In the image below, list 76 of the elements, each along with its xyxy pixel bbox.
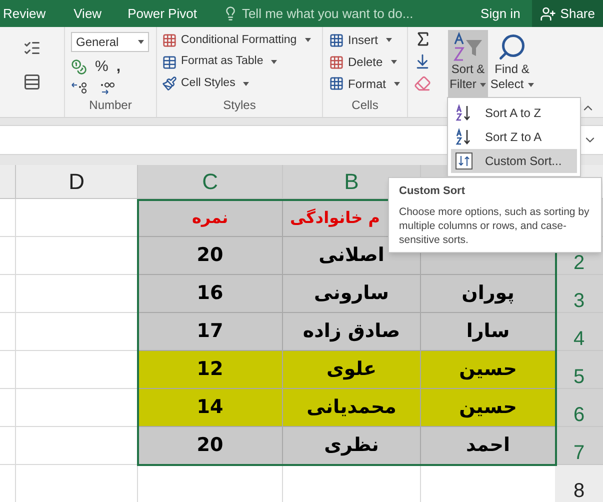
styles-menu-button[interactable]: Conditional Formatting: [162, 31, 317, 50]
cells-menu-button[interactable]: Insert: [329, 31, 401, 50]
cells-icon: [329, 32, 344, 48]
sort-icon: [455, 128, 473, 146]
share-button[interactable]: Share: [532, 0, 603, 27]
styles-menu-button[interactable]: Cell Styles: [162, 74, 317, 94]
table-cell: حسین: [420, 389, 555, 427]
table-cell: علوی: [282, 351, 420, 389]
dropdown-caret-icon: [480, 82, 486, 86]
group-label: Number: [89, 97, 132, 114]
person-plus-icon: [540, 6, 556, 22]
custom-sort-icon: [455, 152, 473, 170]
table-cell: 14: [137, 389, 282, 427]
cells-icon: [329, 76, 344, 92]
brush-icon: [162, 76, 177, 92]
percent-button[interactable]: %: [95, 56, 108, 78]
increase-decimal-icon[interactable]: [99, 80, 115, 94]
table-icon: [162, 54, 177, 70]
header-cell: نمره: [137, 199, 282, 237]
sort-filter-icon: [452, 32, 484, 62]
ribbon-tab[interactable]: View: [74, 4, 102, 24]
table-cell: 16: [137, 275, 282, 313]
comma-button[interactable]: ,: [116, 56, 121, 78]
cells-menu-button[interactable]: Format: [329, 74, 401, 94]
dropdown-caret-icon: [394, 82, 400, 86]
dropdown-caret-icon: [138, 40, 144, 44]
cells-icon: [329, 54, 344, 70]
row-header[interactable]: 5: [555, 351, 603, 389]
fill-icon[interactable]: [414, 53, 431, 70]
currency-icon[interactable]: [71, 59, 87, 76]
group-label: Styles: [223, 97, 256, 114]
table-cell: محمدیانی: [282, 389, 420, 427]
ribbon-tab[interactable]: Review: [0, 4, 46, 24]
table-cell: حسین: [420, 351, 555, 389]
tell-me-field[interactable]: Tell me what you want to do...: [242, 4, 414, 24]
row-header[interactable]: 8: [555, 465, 603, 502]
row-header[interactable]: 7: [555, 427, 603, 465]
search-icon: [497, 32, 527, 62]
find-select-button[interactable]: Find & Select: [488, 30, 536, 98]
sort-menu-item[interactable]: Sort A to Z: [451, 101, 577, 125]
dropdown-caret-icon: [386, 38, 392, 42]
eraser-icon[interactable]: [414, 75, 431, 92]
styles-menu-button[interactable]: Format as Table: [162, 52, 317, 72]
sort-filter-button[interactable]: Sort & Filter: [448, 30, 488, 98]
cells-menu-button[interactable]: Delete: [329, 52, 401, 72]
decrease-decimal-icon[interactable]: [71, 80, 87, 94]
group-label: Cells: [352, 97, 378, 114]
sort-icon: [455, 104, 473, 122]
table-cell: 20: [137, 237, 282, 275]
column-header[interactable]: D: [15, 165, 137, 199]
row-header[interactable]: 4: [555, 313, 603, 351]
column-header[interactable]: C: [137, 165, 282, 199]
ribbon-tab[interactable]: Power Pivot: [128, 4, 197, 24]
sort-menu-item[interactable]: Sort Z to A: [451, 125, 577, 149]
table-cell: صادق زاده: [282, 313, 420, 351]
table-cell: احمد: [420, 427, 555, 465]
row-header[interactable]: 6: [555, 389, 603, 427]
sign-in-link[interactable]: Sign in: [480, 4, 520, 24]
table-cell: سارا: [420, 313, 555, 351]
dropdown-caret-icon: [390, 60, 397, 64]
dropdown-caret-icon: [243, 82, 250, 86]
row-header[interactable]: 3: [555, 275, 603, 313]
dropdown-caret-icon: [271, 60, 278, 64]
sort-menu-item[interactable]: Custom Sort...: [451, 149, 577, 173]
table-cell: سارونی: [282, 275, 420, 313]
table-cell: 20: [137, 427, 282, 465]
conditional-format-icon: [162, 32, 177, 48]
table-cell: نظری: [282, 427, 420, 465]
number-format-dropdown[interactable]: General: [71, 32, 149, 52]
table-cell: 17: [137, 313, 282, 351]
dropdown-caret-icon: [528, 82, 534, 86]
table-cell: 12: [137, 351, 282, 389]
wrap-text-icon[interactable]: [23, 39, 41, 57]
dropdown-caret-icon: [304, 38, 311, 42]
table-cell: پوران: [420, 275, 555, 313]
merge-cells-icon[interactable]: [23, 73, 41, 91]
